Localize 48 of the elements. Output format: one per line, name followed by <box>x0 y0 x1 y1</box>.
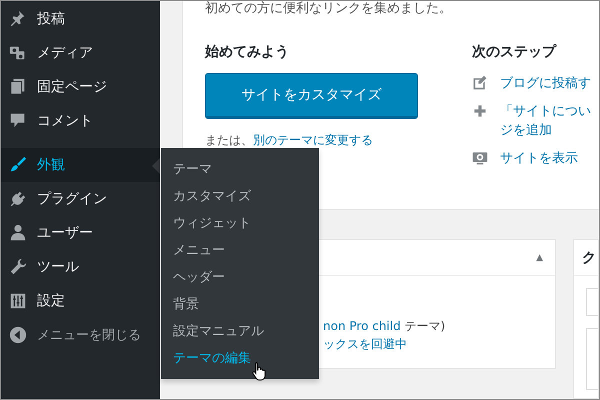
intro-text: 初めての方に便利なリンクを集めました。 <box>205 1 453 17</box>
submenu-item[interactable]: 設定マニュアル <box>161 318 319 345</box>
collapse-icon <box>9 326 27 344</box>
submenu-item[interactable]: 背景 <box>161 291 319 318</box>
step-link[interactable]: 「サイトについ ジを追加 <box>500 102 591 140</box>
pin-icon <box>9 10 27 28</box>
theme-link[interactable]: ックスを回避中 <box>323 337 407 351</box>
collapse-menu-button[interactable]: メニューを閉じる <box>1 318 160 352</box>
sidebar-item[interactable]: ツール <box>1 250 160 284</box>
input-field[interactable] <box>586 288 598 316</box>
sidebar-item[interactable]: 固定ページ <box>1 70 160 104</box>
comment-icon <box>9 112 27 130</box>
user-icon <box>9 224 27 242</box>
pages-icon <box>9 78 27 96</box>
submenu-item[interactable]: テーマ <box>161 156 319 183</box>
theme-text: テーマ) <box>404 319 446 333</box>
step-link[interactable]: サイトを表示 <box>500 149 578 168</box>
sidebar-item[interactable]: ユーザー <box>1 216 160 250</box>
section-heading: 始めてみよう <box>205 43 290 62</box>
submenu-item[interactable]: ヘッダー <box>161 264 319 291</box>
change-theme-link[interactable]: 別のテーマに変更する <box>253 133 373 147</box>
edit-icon <box>472 75 488 91</box>
sidebar-item[interactable]: プラグイン <box>1 182 160 216</box>
sidebar-item[interactable]: メディア <box>1 36 160 70</box>
section-heading: 次のステップ <box>472 43 558 62</box>
sliders-icon <box>9 292 27 310</box>
theme-link[interactable]: non Pro child <box>323 319 401 333</box>
sidebar-item[interactable]: コメント <box>1 104 160 138</box>
customize-button[interactable]: サイトをカスタマイズ <box>205 73 418 119</box>
card-heading: ク <box>582 248 596 266</box>
view-icon <box>472 150 488 166</box>
hand-cursor-icon <box>251 361 267 381</box>
submenu-item[interactable]: ウィジェット <box>161 210 319 237</box>
sidebar-item[interactable]: 投稿 <box>1 2 160 36</box>
plus-icon <box>472 103 488 119</box>
submenu-item[interactable]: テーマの編集 <box>161 345 319 372</box>
collapse-toggle[interactable]: ▲ <box>536 252 543 262</box>
submenu-item[interactable]: メニュー <box>161 237 319 264</box>
step-link[interactable]: ブログに投稿す <box>500 74 591 93</box>
sidebar-item[interactable]: 設定 <box>1 284 160 318</box>
wrench-icon <box>9 258 27 276</box>
text-area[interactable] <box>586 328 598 390</box>
alt-text: または、別のテーマに変更する <box>205 132 374 149</box>
submenu-item[interactable]: カスタマイズ <box>161 183 319 210</box>
plug-icon <box>9 190 27 208</box>
brush-icon <box>9 156 27 174</box>
sidebar-item[interactable]: 外観 <box>1 148 160 182</box>
media-icon <box>9 44 27 62</box>
